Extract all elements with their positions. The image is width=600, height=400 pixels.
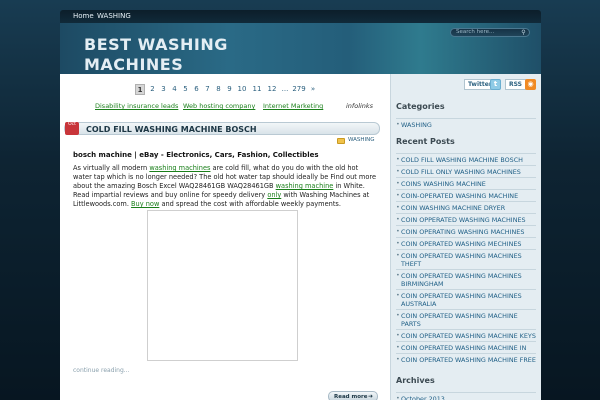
page-4[interactable]: 4 bbox=[170, 84, 179, 95]
folder-icon bbox=[337, 138, 345, 144]
page-11[interactable]: 11 bbox=[251, 84, 263, 95]
recent-post-item[interactable]: COINS WASHING MACHINE bbox=[396, 177, 536, 189]
post-subheading: bosch machine | eBay - Electronics, Cars… bbox=[73, 151, 319, 159]
nav-home-link[interactable]: Home bbox=[73, 12, 94, 20]
body-link-only[interactable]: only bbox=[267, 191, 281, 199]
main-content: 1 2 3 4 5 6 7 8 9 10 11 12 ... 279 » Dis… bbox=[60, 74, 390, 400]
recent-post-item[interactable]: COIN OPERATED WASHING MACHINES THEFT bbox=[396, 249, 536, 269]
recent-post-item[interactable]: COIN-OPERATED WASHING MACHINE bbox=[396, 189, 536, 201]
recent-post-item[interactable]: COIN OPERATED WASHING MACHINE FREE bbox=[396, 353, 536, 365]
body-link-buy-now[interactable]: Buy now bbox=[131, 200, 159, 208]
recent-post-item[interactable]: COLD FILL WASHING MACHINE BOSCH bbox=[396, 153, 536, 165]
page-6[interactable]: 6 bbox=[192, 84, 201, 95]
rss-icon: ◉ bbox=[525, 79, 536, 90]
page-10[interactable]: 10 bbox=[236, 84, 248, 95]
rss-button[interactable]: RSS ◉ bbox=[505, 79, 537, 91]
category-item[interactable]: WASHING bbox=[396, 118, 536, 130]
page-5[interactable]: 5 bbox=[181, 84, 190, 95]
body-link-washing-machine[interactable]: washing machine bbox=[276, 182, 334, 190]
body-link-washing-machines[interactable]: washing machines bbox=[149, 164, 210, 172]
recent-post-item[interactable]: COIN OPERATED WASHING MACHINES BIRMINGHA… bbox=[396, 269, 536, 289]
sidebar: Twitter t RSS ◉ Categories WASHING Recen… bbox=[390, 74, 541, 400]
site-title[interactable]: BEST WASHING MACHINES bbox=[84, 35, 254, 74]
page-1[interactable]: 1 bbox=[135, 84, 145, 95]
search-input[interactable]: Search here... bbox=[450, 28, 530, 37]
page-next[interactable]: » bbox=[309, 84, 317, 95]
date-badge: Oct bbox=[65, 122, 79, 135]
archives-heading: Archives bbox=[396, 376, 435, 385]
archive-item[interactable]: October 2013 bbox=[396, 392, 536, 400]
page-3[interactable]: 3 bbox=[159, 84, 168, 95]
infolinks-logo[interactable]: infolinks bbox=[346, 102, 373, 110]
rss-label: RSS bbox=[505, 79, 526, 90]
ad-link-1[interactable]: Disability insurance leads bbox=[95, 102, 178, 110]
recent-post-item[interactable]: COIN WASHING MACHINE DRYER bbox=[396, 201, 536, 213]
page-279[interactable]: 279 bbox=[291, 84, 307, 95]
ad-links: Disability insurance leads Web hosting c… bbox=[95, 102, 385, 111]
recent-post-item[interactable]: COIN OPERATING WASHING MACHINES bbox=[396, 225, 536, 237]
twitter-icon: t bbox=[490, 79, 501, 90]
recent-post-item[interactable]: COIN OPERATED WASHING MACHINE IN bbox=[396, 341, 536, 353]
ad-link-3[interactable]: Internet Marketing bbox=[263, 102, 323, 110]
post-title[interactable]: COLD FILL WASHING MACHINE BOSCH bbox=[86, 125, 257, 134]
categories-heading: Categories bbox=[396, 102, 445, 111]
twitter-button[interactable]: Twitter t bbox=[464, 79, 501, 91]
archives-list: October 2013 bbox=[396, 392, 536, 400]
recent-post-item[interactable]: COLD FILL ONLY WASHING MACHINES bbox=[396, 165, 536, 177]
page-ellipsis: ... bbox=[281, 85, 289, 93]
post-image-placeholder bbox=[147, 210, 298, 361]
page-2[interactable]: 2 bbox=[148, 84, 157, 95]
page-7[interactable]: 7 bbox=[203, 84, 212, 95]
page-8[interactable]: 8 bbox=[214, 84, 223, 95]
page-9[interactable]: 9 bbox=[225, 84, 234, 95]
arrow-right-icon: ➜ bbox=[367, 393, 373, 400]
recent-posts-heading: Recent Posts bbox=[396, 137, 455, 146]
post-title-bar: COLD FILL WASHING MACHINE BOSCH bbox=[64, 122, 380, 135]
categories-list: WASHING bbox=[396, 118, 536, 130]
body-text-1: As virtually all modern bbox=[73, 164, 150, 172]
page-12[interactable]: 12 bbox=[266, 84, 278, 95]
search-icon[interactable]: ⚲ bbox=[520, 29, 527, 36]
recent-post-item[interactable]: COIN OPERATED WASHING MECHINES bbox=[396, 237, 536, 249]
recent-post-item[interactable]: COIN OPERATED WASHING MACHINES AUSTRALIA bbox=[396, 289, 536, 309]
post-category-link[interactable]: WASHING bbox=[348, 137, 375, 143]
read-more-label: Read more bbox=[334, 394, 368, 400]
read-more-button[interactable]: Read more ➜ bbox=[328, 391, 378, 400]
ad-link-2[interactable]: Web hosting company bbox=[183, 102, 255, 110]
body-text-5: and spread the cost with affordable week… bbox=[159, 200, 341, 208]
post-body: As virtually all modern washing machines… bbox=[73, 164, 378, 209]
nav-washing-link[interactable]: WASHING bbox=[97, 12, 131, 20]
recent-post-item[interactable]: COIN OPPERATED WASHING MACHINES bbox=[396, 213, 536, 225]
recent-post-item[interactable]: COIN OPERATED WASHING MACHINE KEYS bbox=[396, 329, 536, 341]
recent-post-item[interactable]: COIN OPERATED WASHING MACHINE PARTS bbox=[396, 309, 536, 329]
recent-posts-list: COLD FILL WASHING MACHINE BOSCH COLD FIL… bbox=[396, 153, 536, 365]
top-navigation: Home WASHING bbox=[60, 10, 541, 23]
continue-reading-link[interactable]: continue reading... bbox=[73, 367, 130, 374]
